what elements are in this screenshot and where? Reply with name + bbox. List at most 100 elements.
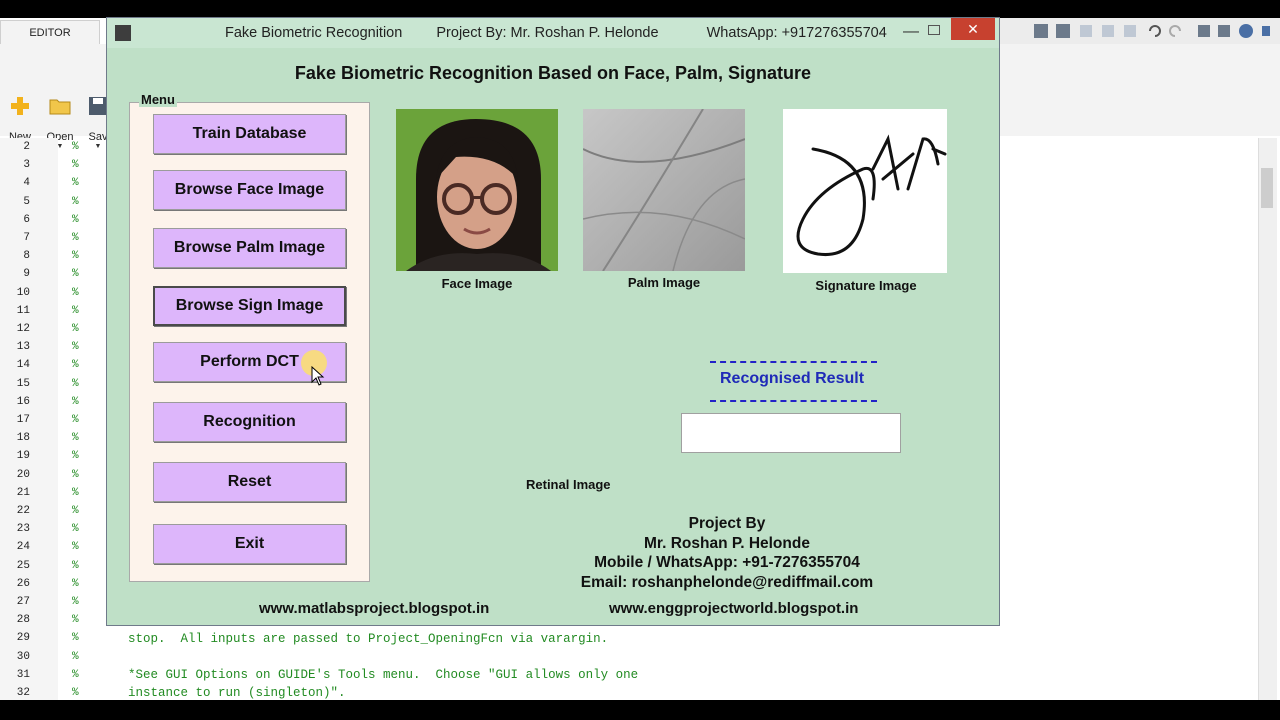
figure-window: Fake Biometric Recognition Project By: M…	[106, 17, 1000, 626]
retinal-image-label: Retinal Image	[526, 477, 611, 492]
exit-button[interactable]: Exit	[153, 524, 346, 564]
line-number: 6	[23, 213, 30, 226]
editor-toolstrip-right	[1000, 44, 1280, 136]
credits-line-3: Mobile / WhatsApp: +91-7276355704	[594, 554, 860, 571]
line-number: 7	[23, 232, 30, 244]
comment-marker: %	[72, 286, 79, 299]
maximize-button[interactable]	[925, 22, 941, 38]
reset-button[interactable]: Reset	[153, 462, 346, 502]
comment-marker: %	[72, 650, 79, 663]
credits-line-4: Email: roshanphelonde@rediffmail.com	[580, 573, 874, 591]
result-divider-top	[710, 361, 877, 363]
menu-panel-label: Menu	[139, 92, 177, 107]
tab-editor[interactable]: EDITOR	[0, 20, 100, 45]
browse-sign-image-button[interactable]: Browse Sign Image	[153, 286, 346, 326]
code-line-31[interactable]: *See GUI Options on GUIDE's Tools menu. …	[128, 668, 638, 682]
title-whatsapp: WhatsApp: +917276355704	[706, 25, 887, 41]
code-line-29[interactable]: stop. All inputs are passed to Project_O…	[128, 632, 608, 646]
line-number: 12	[16, 323, 30, 335]
signature-image-label: Signature Image	[815, 278, 917, 293]
comment-marker: %	[72, 414, 79, 426]
comment-marker: %	[72, 341, 79, 354]
line-number: 5	[23, 195, 30, 208]
line-number: 30	[16, 650, 30, 663]
vertical-scrollbar[interactable]	[1258, 138, 1277, 700]
line-number: 22	[16, 505, 30, 517]
line-number: 20	[16, 468, 30, 481]
line-number: 9	[23, 268, 30, 281]
recognition-button[interactable]: Recognition	[153, 402, 346, 442]
comment-marker: %	[72, 541, 79, 554]
face-image	[396, 109, 558, 271]
screen-bottom-bar	[0, 700, 1280, 720]
comment-marker: %	[72, 632, 79, 645]
line-number: 19	[16, 450, 30, 463]
title-app-name: Fake Biometric Recognition	[225, 25, 403, 41]
line-number: 2	[23, 141, 30, 153]
train-database-button[interactable]: Train Database	[153, 114, 346, 154]
blog-link-enggprojectworld: www.enggprojectworld.blogspot.in	[609, 600, 859, 617]
line-number: 18	[16, 432, 30, 445]
browse-palm-image-button[interactable]: Browse Palm Image	[153, 228, 346, 268]
scrollbar-thumb[interactable]	[1261, 168, 1273, 208]
comment-marker: %	[72, 250, 79, 263]
line-number: 10	[16, 286, 30, 299]
line-number: 29	[16, 632, 30, 645]
line-number: 28	[16, 614, 30, 627]
comment-marker: %	[72, 559, 79, 572]
comment-marker: %	[72, 232, 79, 244]
signature-image	[783, 109, 947, 273]
quick-access-icons	[1034, 24, 1270, 38]
comment-marker: %	[72, 159, 79, 172]
comment-marker: %	[72, 577, 79, 590]
result-divider-bottom	[710, 400, 877, 402]
line-number: 17	[16, 414, 30, 426]
plus-icon	[11, 97, 29, 115]
project-credits: Project By Mr. Roshan P. Helonde Mobile …	[547, 514, 907, 592]
comment-marker: %	[72, 523, 79, 536]
comment-marker: %	[72, 505, 79, 517]
comment-marker: %	[72, 141, 79, 153]
comment-marker: %	[72, 432, 79, 445]
comment-marker: %	[72, 377, 79, 390]
maximize-icon	[928, 25, 940, 35]
comment-marker: %	[72, 359, 79, 372]
window-titlebar[interactable]: Fake Biometric Recognition Project By: M…	[107, 18, 999, 48]
line-number: 15	[16, 377, 30, 390]
line-number: 13	[16, 341, 30, 354]
comment-marker: %	[72, 614, 79, 627]
comment-marker: %	[72, 177, 79, 190]
folder-icon	[49, 99, 71, 115]
line-number: 21	[16, 486, 30, 499]
line-number: 32	[16, 687, 30, 699]
face-image-label: Face Image	[441, 276, 513, 291]
line-number: 8	[23, 250, 30, 263]
line-number: 4	[23, 177, 30, 190]
title-author: Project By: Mr. Roshan P. Helonde	[436, 25, 659, 41]
credits-line-2: Mr. Roshan P. Helonde	[644, 534, 810, 552]
page-title: Fake Biometric Recognition Based on Face…	[294, 63, 812, 83]
palm-image	[583, 109, 745, 271]
matlab-icon	[115, 25, 131, 41]
recognised-result-title: Recognised Result	[719, 370, 865, 387]
palm-image-label: Palm Image	[627, 275, 701, 290]
line-number: 11	[16, 304, 30, 317]
close-button[interactable]: ✕	[951, 18, 995, 40]
credits-line-1: Project By	[688, 515, 766, 532]
comment-marker: %	[72, 395, 79, 408]
editor-toolbar: New ▼ Open ▼ Sav ▼	[0, 44, 110, 150]
quick-access-toolbar	[1000, 18, 1280, 44]
line-number: 14	[16, 359, 30, 372]
comment-marker: %	[72, 450, 79, 463]
screen-top-bar	[0, 0, 1280, 18]
comment-marker: %	[72, 323, 79, 335]
comment-marker: %	[72, 668, 79, 681]
mouse-cursor-icon	[311, 366, 325, 386]
code-line-32[interactable]: instance to run (singleton)".	[128, 686, 346, 700]
minimize-button[interactable]: —	[899, 20, 923, 44]
comment-marker: %	[72, 596, 79, 608]
recognised-result-field[interactable]	[681, 413, 901, 453]
blog-link-matlabsproject: www.matlabsproject.blogspot.in	[259, 600, 490, 617]
line-number: 24	[16, 541, 30, 554]
browse-face-image-button[interactable]: Browse Face Image	[153, 170, 346, 210]
